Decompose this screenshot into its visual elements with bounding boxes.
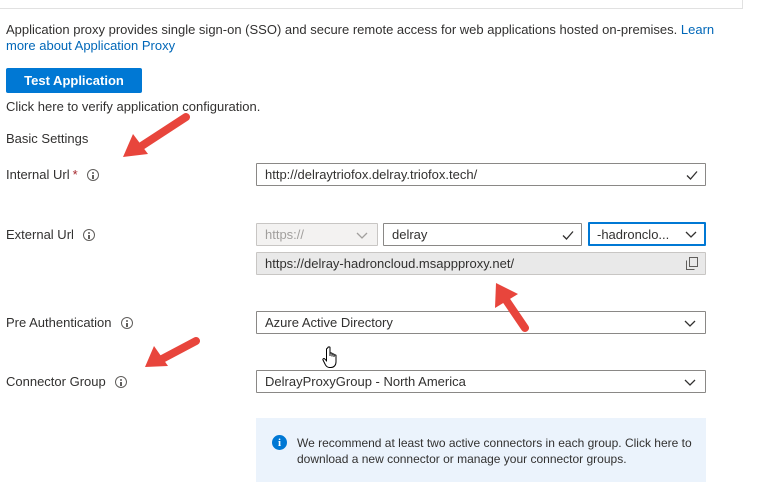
required-mark: * bbox=[72, 167, 78, 182]
info-filled-icon: i bbox=[272, 435, 287, 450]
annotation-arrow-icon bbox=[123, 113, 190, 157]
chevron-down-icon bbox=[356, 232, 368, 239]
connector-group-label: Connector Group bbox=[6, 374, 127, 389]
internal-url-label: Internal Url * bbox=[6, 167, 99, 182]
connector-recommendation-text: We recommend at least two active connect… bbox=[297, 436, 692, 466]
external-url-scheme-select[interactable]: https:// bbox=[256, 223, 378, 246]
external-url-domain-select[interactable]: -hadronclo... bbox=[588, 222, 706, 246]
info-circle-icon[interactable] bbox=[114, 375, 127, 388]
annotation-arrow-icon bbox=[145, 337, 200, 367]
description-text: Application proxy provides single sign-o… bbox=[6, 22, 678, 37]
connector-group-select[interactable]: DelrayProxyGroup - North America bbox=[256, 370, 706, 393]
application-proxy-description: Application proxy provides single sign-o… bbox=[6, 22, 726, 54]
pre-authentication-label-text: Pre Authentication bbox=[6, 315, 112, 330]
external-url-label-text: External Url bbox=[6, 227, 74, 242]
chevron-down-icon bbox=[684, 379, 696, 386]
test-application-button[interactable]: Test Application bbox=[6, 68, 142, 93]
connector-group-label-text: Connector Group bbox=[6, 374, 106, 389]
external-url-full-display: https://delray-hadroncloud.msappproxy.ne… bbox=[256, 252, 706, 275]
connector-recommendation-message[interactable]: i We recommend at least two active conne… bbox=[256, 418, 706, 482]
copy-icon[interactable] bbox=[686, 257, 698, 270]
pre-authentication-select[interactable]: Azure Active Directory bbox=[256, 311, 706, 334]
internal-url-value: http://delraytriofox.delray.triofox.tech… bbox=[265, 167, 478, 182]
external-url-label: External Url bbox=[6, 227, 95, 242]
pre-authentication-label: Pre Authentication bbox=[6, 315, 133, 330]
internal-url-input[interactable]: http://delraytriofox.delray.triofox.tech… bbox=[256, 163, 706, 186]
external-url-subdomain-input[interactable]: delray bbox=[383, 223, 582, 246]
external-url-scheme-value: https:// bbox=[265, 227, 305, 242]
external-url-subdomain-value: delray bbox=[392, 227, 428, 242]
internal-url-label-text: Internal Url bbox=[6, 167, 70, 182]
top-divider bbox=[0, 0, 767, 10]
external-url-domain-value: -hadronclo... bbox=[597, 226, 670, 242]
annotation-arrow-icon bbox=[495, 283, 529, 332]
chevron-down-icon bbox=[684, 320, 696, 327]
external-url-full-value: https://delray-hadroncloud.msappproxy.ne… bbox=[265, 256, 515, 271]
info-circle-icon[interactable] bbox=[120, 316, 133, 329]
basic-settings-heading: Basic Settings bbox=[6, 131, 89, 146]
checkmark-icon bbox=[562, 230, 574, 240]
pre-authentication-value: Azure Active Directory bbox=[265, 315, 393, 330]
info-circle-icon[interactable] bbox=[86, 168, 99, 181]
hand-pointer-cursor-icon bbox=[322, 346, 337, 368]
info-circle-icon[interactable] bbox=[82, 228, 95, 241]
connector-group-value: DelrayProxyGroup - North America bbox=[265, 374, 466, 389]
chevron-down-icon bbox=[685, 231, 697, 238]
checkmark-icon bbox=[686, 170, 698, 180]
